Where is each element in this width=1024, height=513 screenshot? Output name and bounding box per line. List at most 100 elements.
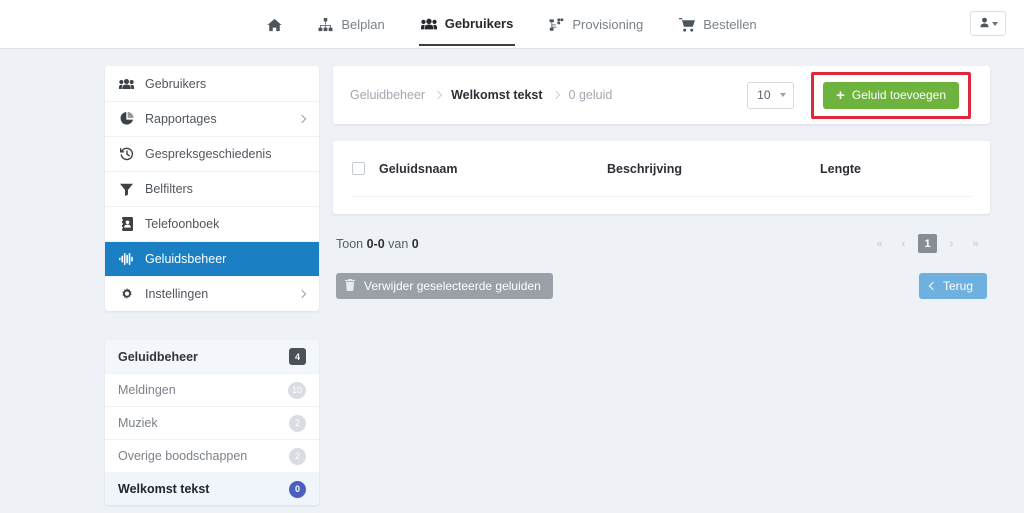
- sidebar-item-gebruikers[interactable]: Gebruikers: [105, 66, 319, 101]
- pagination: « ‹ 1 › »: [870, 234, 985, 253]
- toolbar-actions: 10 + Geluid toevoegen: [747, 71, 971, 119]
- sidebar-item-label: Instellingen: [145, 287, 209, 301]
- column-header-lengte: Lengte: [820, 161, 861, 176]
- showing-total: 0: [411, 236, 419, 251]
- chevron-right-icon: [433, 90, 443, 100]
- nav-item-label: Belplan: [341, 17, 385, 32]
- sidebar-item-belfilters[interactable]: Belfilters: [105, 171, 319, 206]
- action-bar: Verwijder geselecteerde geluiden Terug: [333, 273, 990, 299]
- chevron-right-icon: [297, 114, 307, 124]
- nav-item-label: Gebruikers: [444, 16, 514, 31]
- page-body: Gebruikers Rapportages Gespreksgeschiede…: [0, 49, 1024, 505]
- chevron-down-icon: [780, 93, 787, 97]
- sidebar-item-rapportages[interactable]: Rapportages: [105, 101, 319, 136]
- sidebar-item-gespreksgeschiedenis[interactable]: Gespreksgeschiedenis: [105, 136, 319, 171]
- sound-category-count: 0: [289, 480, 306, 498]
- pie-chart-icon: [119, 112, 134, 126]
- showing-count-text: Toon 0-0 van 0: [336, 237, 419, 251]
- nav-item-provisioning[interactable]: Provisioning: [547, 3, 645, 45]
- users-icon: [119, 78, 134, 90]
- toolbar: Geluidbeheer Welkomst tekst 0 geluid 10 …: [333, 66, 990, 124]
- user-icon: [979, 16, 990, 31]
- pagination-page-1[interactable]: 1: [918, 234, 937, 253]
- top-navigation-bar: Belplan Gebruikers Provisioning Bestelle…: [0, 0, 1024, 49]
- table-header-row: Geluidsnaam Beschrijving Lengte: [352, 141, 971, 197]
- address-book-icon: [119, 217, 134, 231]
- sidebar-item-label: Telefoonboek: [145, 217, 220, 231]
- nav-item-label: Bestellen: [703, 17, 757, 32]
- sidebar-item-label: Rapportages: [145, 112, 217, 126]
- sidebar-item-geluidsbeheer[interactable]: Geluidsbeheer: [105, 241, 319, 276]
- add-sound-button[interactable]: + Geluid toevoegen: [823, 81, 959, 109]
- sidebar-menu: Gebruikers Rapportages Gespreksgeschiede…: [105, 66, 319, 311]
- sound-category-count: 10: [287, 381, 306, 399]
- nav-item-bestellen[interactable]: Bestellen: [677, 3, 758, 45]
- showing-range: 0-0: [366, 236, 385, 251]
- sound-category-count: 2: [289, 447, 306, 465]
- audio-wave-icon: [119, 252, 134, 266]
- table-footer: Toon 0-0 van 0 « ‹ 1 › »: [333, 234, 990, 253]
- sound-category-overige-boodschappen[interactable]: Overige boodschappen 2: [105, 439, 319, 472]
- sound-category-panel: Geluidbeheer 4 Meldingen 10 Muziek 2 Ove…: [105, 340, 319, 505]
- gear-icon: [119, 287, 134, 301]
- column-header-beschrijving: Beschrijving: [607, 161, 683, 176]
- showing-mid: van: [388, 236, 409, 251]
- chevron-down-icon: [991, 21, 998, 26]
- column-header-geluidsnaam: Geluidsnaam: [379, 161, 458, 176]
- plus-icon: +: [836, 86, 845, 104]
- sidebar: Gebruikers Rapportages Gespreksgeschiede…: [105, 66, 319, 505]
- main-content: Geluidbeheer Welkomst tekst 0 geluid 10 …: [333, 66, 990, 505]
- sidebar-item-telefoonboek[interactable]: Telefoonboek: [105, 206, 319, 241]
- sound-category-geluidbeheer[interactable]: Geluidbeheer 4: [105, 340, 319, 373]
- sitemap-icon: [318, 17, 333, 32]
- sounds-table: Geluidsnaam Beschrijving Lengte: [333, 141, 990, 214]
- nav-item-gebruikers[interactable]: Gebruikers: [418, 2, 516, 46]
- chevron-right-icon: [551, 90, 560, 100]
- top-nav-items: Belplan Gebruikers Provisioning Bestelle…: [0, 0, 1024, 49]
- showing-prefix: Toon: [336, 236, 364, 251]
- nav-item-label: Provisioning: [572, 17, 644, 32]
- sidebar-item-label: Gespreksgeschiedenis: [145, 147, 272, 161]
- cart-icon: [679, 17, 696, 32]
- sound-category-count: 4: [289, 348, 306, 365]
- users-icon: [420, 17, 437, 31]
- page-size-value: 10: [757, 88, 771, 102]
- sidebar-item-instellingen[interactable]: Instellingen: [105, 276, 319, 311]
- delete-selected-label: Verwijder geselecteerde geluiden: [364, 279, 541, 293]
- network-icon: [549, 18, 564, 32]
- sound-category-label: Geluidbeheer: [118, 349, 198, 364]
- sidebar-item-label: Belfilters: [145, 182, 193, 196]
- delete-selected-button[interactable]: Verwijder geselecteerde geluiden: [336, 273, 553, 299]
- filter-icon: [119, 183, 134, 196]
- breadcrumb-current: Welkomst tekst: [451, 88, 543, 102]
- pagination-prev[interactable]: ‹: [894, 234, 913, 253]
- add-sound-label: Geluid toevoegen: [851, 88, 946, 102]
- pagination-last[interactable]: »: [966, 234, 985, 253]
- chevron-left-icon: [928, 281, 938, 291]
- sound-category-label: Meldingen: [118, 383, 176, 397]
- trash-icon: [345, 278, 355, 294]
- page-size-select[interactable]: 10: [747, 81, 795, 109]
- sound-category-label: Welkomst tekst: [118, 482, 210, 496]
- back-label: Terug: [942, 279, 973, 293]
- select-all-checkbox[interactable]: [352, 162, 365, 175]
- sound-category-meldingen[interactable]: Meldingen 10: [105, 373, 319, 406]
- pagination-next[interactable]: ›: [942, 234, 961, 253]
- user-menu-button[interactable]: [970, 11, 1006, 36]
- sound-category-count: 2: [289, 414, 306, 432]
- home-icon: [267, 18, 282, 32]
- back-button[interactable]: Terug: [918, 273, 987, 299]
- breadcrumb-root[interactable]: Geluidbeheer: [350, 88, 425, 102]
- chevron-right-icon: [297, 289, 307, 299]
- nav-item-home[interactable]: [265, 4, 284, 45]
- sidebar-item-label: Geluidsbeheer: [145, 252, 227, 266]
- highlight-annotation: + Geluid toevoegen: [811, 71, 971, 119]
- breadcrumb-count: 0 geluid: [568, 88, 613, 102]
- sound-category-muziek[interactable]: Muziek 2: [105, 406, 319, 439]
- pagination-first[interactable]: «: [870, 234, 889, 253]
- sidebar-item-label: Gebruikers: [145, 76, 207, 91]
- sound-category-label: Muziek: [118, 416, 158, 430]
- sound-category-welkomst-tekst[interactable]: Welkomst tekst 0: [105, 472, 319, 505]
- nav-item-belplan[interactable]: Belplan: [316, 3, 386, 45]
- history-icon: [119, 147, 134, 161]
